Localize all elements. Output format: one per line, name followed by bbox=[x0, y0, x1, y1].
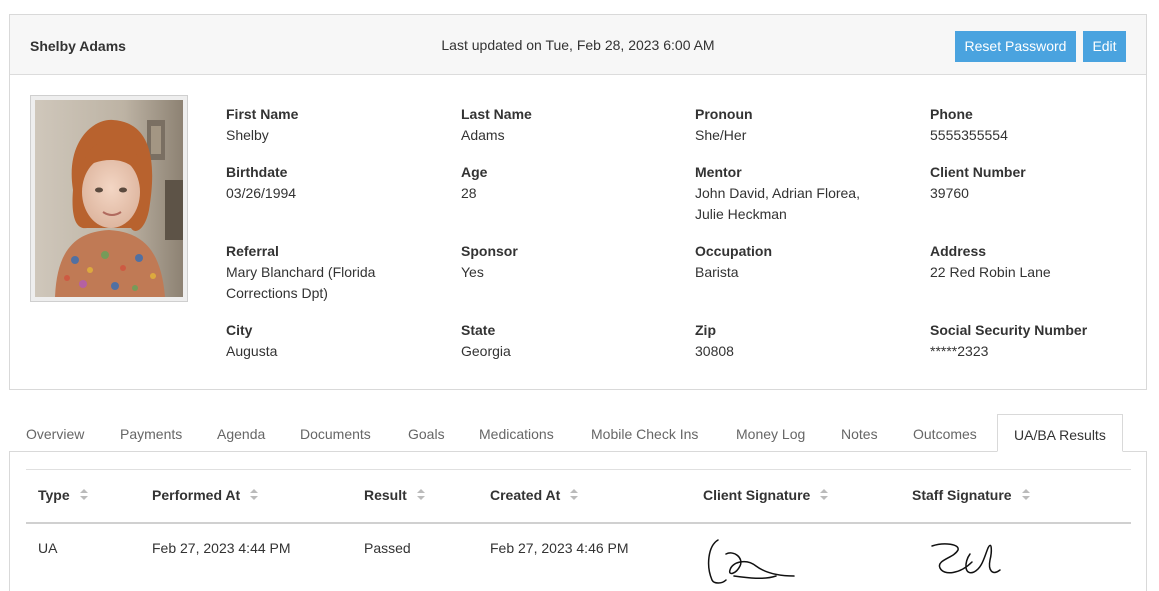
client-signature-image bbox=[707, 539, 795, 584]
tab-money-log[interactable]: Money Log bbox=[736, 414, 805, 452]
tab-mobile-check-ins[interactable]: Mobile Check Ins bbox=[591, 414, 698, 452]
field-first-name: First Name Shelby bbox=[226, 104, 426, 146]
field-address: Address 22 Red Robin Lane bbox=[930, 241, 1130, 283]
field-value: Augusta bbox=[226, 343, 278, 359]
tab-overview[interactable]: Overview bbox=[26, 414, 84, 452]
edit-button[interactable]: Edit bbox=[1083, 31, 1126, 62]
field-value: 22 Red Robin Lane bbox=[930, 264, 1051, 280]
field-occupation: Occupation Barista bbox=[695, 241, 895, 283]
field-referral: Referral Mary Blanchard (Florida Correct… bbox=[226, 241, 411, 304]
field-label: Last Name bbox=[461, 106, 532, 122]
field-label: Occupation bbox=[695, 243, 773, 259]
field-value: Yes bbox=[461, 264, 484, 280]
field-value: Mary Blanchard (Florida Corrections Dpt) bbox=[226, 264, 376, 301]
column-header-label: Result bbox=[364, 487, 407, 503]
column-header-label: Performed At bbox=[152, 487, 241, 503]
field-label: Client Number bbox=[930, 164, 1026, 180]
field-value: 03/26/1994 bbox=[226, 185, 297, 201]
field-label: City bbox=[226, 322, 253, 338]
column-header-label: Client Signature bbox=[703, 487, 811, 503]
tab-outcomes[interactable]: Outcomes bbox=[913, 414, 977, 452]
cell-performed-at: Feb 27, 2023 4:44 PM bbox=[152, 540, 291, 556]
field-value: Adams bbox=[461, 127, 505, 143]
field-label: State bbox=[461, 322, 496, 338]
column-header-performed-at[interactable]: Performed At bbox=[152, 487, 259, 503]
field-last-name: Last Name Adams bbox=[461, 104, 661, 146]
field-age: Age 28 bbox=[461, 162, 661, 204]
tab-agenda[interactable]: Agenda bbox=[217, 414, 265, 452]
reset-password-button[interactable]: Reset Password bbox=[955, 31, 1076, 62]
field-label: Phone bbox=[930, 106, 973, 122]
field-value: Barista bbox=[695, 264, 739, 280]
tab-goals[interactable]: Goals bbox=[408, 414, 445, 452]
column-header-label: Staff Signature bbox=[912, 487, 1012, 503]
sort-icon[interactable] bbox=[416, 489, 425, 501]
tab-payments[interactable]: Payments bbox=[120, 414, 182, 452]
sort-icon[interactable] bbox=[570, 489, 579, 501]
field-city: City Augusta bbox=[226, 320, 426, 362]
tab-notes[interactable]: Notes bbox=[841, 414, 878, 452]
column-header-staff-signature[interactable]: Staff Signature bbox=[912, 487, 1030, 503]
tab-documents[interactable]: Documents bbox=[300, 414, 371, 452]
client-tabs: Overview Payments Agenda Documents Goals… bbox=[9, 414, 1147, 452]
field-label: Social Security Number bbox=[930, 322, 1088, 338]
field-value: She/Her bbox=[695, 127, 747, 143]
field-value: 39760 bbox=[930, 185, 969, 201]
sort-icon[interactable] bbox=[1021, 489, 1030, 501]
field-birthdate: Birthdate 03/26/1994 bbox=[226, 162, 426, 204]
field-ssn: Social Security Number *****2323 bbox=[930, 320, 1140, 362]
column-header-result[interactable]: Result bbox=[364, 487, 425, 503]
field-label: First Name bbox=[226, 106, 299, 122]
table-header-border bbox=[26, 522, 1131, 524]
cell-result: Passed bbox=[364, 540, 411, 556]
field-value: John David, Adrian Florea, Julie Heckman bbox=[695, 185, 860, 222]
staff-signature-image bbox=[931, 543, 1001, 574]
column-header-label: Created At bbox=[490, 487, 561, 503]
cell-created-at: Feb 27, 2023 4:46 PM bbox=[490, 540, 629, 556]
field-label: Sponsor bbox=[461, 243, 518, 259]
field-value: *****2323 bbox=[930, 343, 989, 359]
field-client-number: Client Number 39760 bbox=[930, 162, 1130, 204]
tab-ua-ba-results[interactable]: UA/BA Results bbox=[997, 414, 1123, 452]
client-photo bbox=[35, 100, 183, 297]
column-header-type[interactable]: Type bbox=[38, 487, 88, 503]
client-profile-card: Shelby Adams Last updated on Tue, Feb 28… bbox=[9, 14, 1147, 390]
field-state: State Georgia bbox=[461, 320, 661, 362]
field-label: Address bbox=[930, 243, 987, 259]
field-label: Age bbox=[461, 164, 488, 180]
sort-icon[interactable] bbox=[250, 489, 259, 501]
field-value: Georgia bbox=[461, 343, 511, 359]
field-label: Zip bbox=[695, 322, 716, 338]
field-label: Referral bbox=[226, 243, 279, 259]
cell-type: UA bbox=[38, 540, 58, 556]
tab-medications[interactable]: Medications bbox=[479, 414, 554, 452]
field-label: Pronoun bbox=[695, 106, 753, 122]
field-zip: Zip 30808 bbox=[695, 320, 895, 362]
field-sponsor: Sponsor Yes bbox=[461, 241, 661, 283]
field-mentor: Mentor John David, Adrian Florea, Julie … bbox=[695, 162, 880, 225]
ua-ba-results-panel: Type Performed At Result Created At Clie… bbox=[9, 451, 1147, 591]
column-header-label: Type bbox=[38, 487, 70, 503]
field-value: 30808 bbox=[695, 343, 734, 359]
sort-icon[interactable] bbox=[79, 489, 88, 501]
field-label: Birthdate bbox=[226, 164, 288, 180]
field-value: 5555355554 bbox=[930, 127, 1008, 143]
table-top-border bbox=[26, 469, 1131, 470]
sort-icon[interactable] bbox=[820, 489, 829, 501]
field-pronoun: Pronoun She/Her bbox=[695, 104, 895, 146]
column-header-created-at[interactable]: Created At bbox=[490, 487, 579, 503]
field-label: Mentor bbox=[695, 164, 742, 180]
field-value: 28 bbox=[461, 185, 477, 201]
field-value: Shelby bbox=[226, 127, 269, 143]
client-photo-frame bbox=[30, 95, 188, 302]
profile-header: Shelby Adams Last updated on Tue, Feb 28… bbox=[10, 15, 1146, 75]
field-phone: Phone 5555355554 bbox=[930, 104, 1130, 146]
column-header-client-signature[interactable]: Client Signature bbox=[703, 487, 829, 503]
